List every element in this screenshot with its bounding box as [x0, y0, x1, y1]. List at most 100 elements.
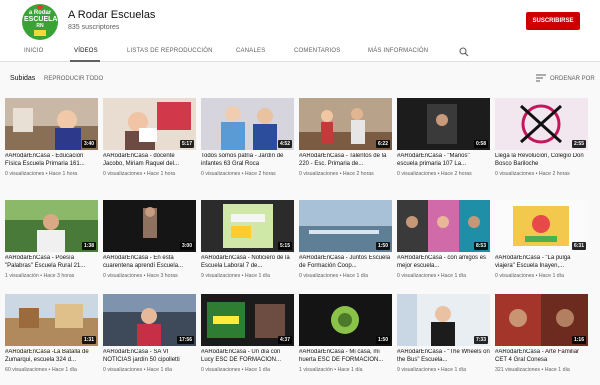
video-title[interactable]: #ARodarEnCasa - Poesía "Palabras" Escuel… — [5, 255, 98, 270]
video-title[interactable]: Todos somos patria - Jardín de infantes … — [201, 153, 294, 168]
video-thumbnail[interactable]: 2:55 — [495, 98, 588, 150]
video-meta: 60 visualizaciones • Hace 1 día — [5, 367, 77, 373]
upload-age: Hace 1 día — [538, 273, 565, 279]
view-count: 9 visualizaciones — [201, 273, 241, 279]
upload-age: Hace 2 horas — [440, 171, 472, 177]
view-count: 0 visualizaciones — [201, 171, 241, 177]
video-grid: 3:40 #ARodarEnCasa - Educación Física Es… — [5, 98, 595, 380]
video-title[interactable]: #ARodarEnCasa -La Batalla de Zumarqui, e… — [5, 349, 98, 364]
view-count: 321 visualizaciones — [495, 367, 540, 373]
video-title[interactable]: #ARodarEnCasa - Educación Física Escuela… — [5, 153, 98, 168]
tab-about[interactable]: MÁS INFORMACIÓN — [368, 48, 428, 54]
upload-age: Hace 1 día — [440, 367, 467, 373]
video-duration: 4:52 — [277, 140, 292, 148]
video-meta: 0 visualizaciones • Hace 1 hora — [103, 171, 176, 177]
video-duration: 8:53 — [473, 242, 488, 250]
play-all-button[interactable]: REPRODUCIR TODO — [44, 76, 103, 82]
video-meta: 1 visualización • Hace 3 horas — [5, 273, 75, 279]
video-thumbnail[interactable]: 1:50 — [299, 294, 392, 346]
video-thumbnail[interactable]: 6:31 — [495, 200, 588, 252]
video-thumbnail[interactable]: 4:52 — [201, 98, 294, 150]
view-count: 0 visualizaciones — [495, 273, 535, 279]
channel-avatar[interactable]: a Rodar ESCUELA RN — [22, 4, 58, 40]
video-title[interactable]: #ARodarEnCasa - Mi casa, mi huerta ESC D… — [299, 349, 392, 364]
video-thumbnail[interactable]: 4:37 — [201, 294, 294, 346]
upload-age: Hace 1 hora — [48, 171, 78, 177]
video-meta: 0 visualizaciones • Hace 2 horas — [201, 171, 276, 177]
video-title[interactable]: #ARodarEnCasa - SA VI NOTICIAS jardín 50… — [103, 349, 196, 364]
video-title[interactable]: #ARodarEnCasa - Noticiero de la Escuela … — [201, 255, 294, 270]
view-count: 0 visualizaciones — [397, 171, 437, 177]
tab-comments[interactable]: COMENTARIOS — [294, 48, 340, 54]
video-title[interactable]: Llega la Revolución, Colegio Don Bosco B… — [495, 153, 588, 168]
search-icon[interactable] — [459, 47, 469, 57]
logo-text-main: ESCUELA — [24, 16, 58, 23]
video-thumbnail[interactable]: 0:58 — [397, 98, 490, 150]
video-thumbnail[interactable]: 1:31 — [5, 294, 98, 346]
sort-by-button[interactable]: ORDENAR POR — [550, 76, 595, 82]
video-duration: 1:31 — [81, 336, 96, 344]
upload-age: Hace 2 horas — [342, 171, 374, 177]
uploads-title[interactable]: Subidas — [10, 75, 35, 82]
video-thumbnail[interactable]: 1:50 — [299, 200, 392, 252]
channel-tabs: INICIO VÍDEOS LISTAS DE REPRODUCCIÓN CAN… — [0, 42, 600, 62]
upload-age: Hace 1 día — [544, 367, 570, 373]
view-count: 0 visualizaciones — [103, 171, 143, 177]
tab-channels[interactable]: CANALES — [236, 48, 265, 54]
channel-name[interactable]: A Rodar Escuelas — [68, 9, 155, 21]
video-title[interactable]: #ARodarEnCasa - "La pulga viajera" Escue… — [495, 255, 588, 270]
video-title[interactable]: #ARodarEnCasa - con amigos es mejor escu… — [397, 255, 490, 270]
video-thumbnail[interactable]: 8:53 — [397, 200, 490, 252]
upload-age: Hace 3 horas — [43, 273, 75, 279]
video-thumbnail[interactable]: 1:16 — [495, 294, 588, 346]
upload-age: Hace 1 día — [342, 273, 369, 279]
video-meta: 9 visualizaciones • Hace 1 día — [397, 367, 467, 373]
view-count: 0 visualizaciones — [299, 171, 339, 177]
video-meta: 0 visualizaciones • Hace 1 hora — [5, 171, 78, 177]
video-title[interactable]: #ARodarEnCasa - "Manos" escuela primaria… — [397, 153, 490, 168]
view-count: 9 visualizaciones — [397, 367, 437, 373]
video-title[interactable]: #ARodarEnCasa - En esta cuarentena apren… — [103, 255, 196, 270]
logo-dot — [37, 5, 43, 9]
upload-age: Hace 1 día — [244, 273, 271, 279]
upload-age: Hace 1 día — [244, 367, 271, 373]
tab-videos[interactable]: VÍDEOS — [74, 48, 98, 54]
video-duration: 1:16 — [571, 336, 586, 344]
video-thumbnail[interactable]: 3:00 — [103, 200, 196, 252]
video-title[interactable]: #ARodarEnCasa - docente Jacobo, Miriam R… — [103, 153, 196, 168]
video-duration: 2:55 — [571, 140, 586, 148]
subscribe-button[interactable]: SUSCRIBIRSE — [526, 12, 580, 30]
video-duration: 6:22 — [375, 140, 390, 148]
video-thumbnail[interactable]: 17:56 — [103, 294, 196, 346]
video-thumbnail[interactable]: 6:22 — [299, 98, 392, 150]
video-thumbnail[interactable]: 5:15 — [201, 200, 294, 252]
video-duration: 1:50 — [375, 242, 390, 250]
video-duration: 6:31 — [571, 242, 586, 250]
video-title[interactable]: #ARodarEnCasa - Talentos de la 220 - Esc… — [299, 153, 392, 168]
tab-playlists[interactable]: LISTAS DE REPRODUCCIÓN — [127, 48, 213, 54]
upload-age: Hace 3 horas — [146, 273, 178, 279]
video-duration: 3:00 — [179, 242, 194, 250]
video-thumbnail[interactable]: 7:33 — [397, 294, 490, 346]
video-thumbnail[interactable]: 5:17 — [103, 98, 196, 150]
video-duration: 5:17 — [179, 140, 194, 148]
video-meta: 0 visualizaciones • Hace 1 día — [495, 273, 565, 279]
video-thumbnail[interactable]: 3:40 — [5, 98, 98, 150]
video-title[interactable]: #ARodarEnCasa - Un día con Lucy ESC DE F… — [201, 349, 294, 364]
video-meta: 0 visualizaciones • Hace 2 horas — [299, 171, 374, 177]
upload-age: Hace 2 horas — [244, 171, 276, 177]
video-meta: 321 visualizaciones • Hace 1 día — [495, 367, 570, 373]
subscriber-count: 835 suscriptores — [68, 24, 120, 31]
sort-icon[interactable] — [536, 74, 546, 82]
tab-inicio[interactable]: INICIO — [24, 48, 44, 54]
video-duration: 1:38 — [81, 242, 96, 250]
video-meta: 0 visualizaciones • Hace 1 día — [299, 273, 369, 279]
upload-age: Hace 1 día — [440, 273, 467, 279]
video-thumbnail[interactable]: 1:38 — [5, 200, 98, 252]
video-title[interactable]: #ARodarEnCasa - Arte Familiar CET 4 Gral… — [495, 349, 588, 364]
video-title[interactable]: #ARodarEnCasa - Juntos Escuela de Formac… — [299, 255, 392, 270]
video-title[interactable]: #ARodarEnCasa - "The Wheels on the Bus" … — [397, 349, 490, 364]
video-meta: 0 visualizaciones • Hace 1 día — [103, 367, 173, 373]
channel-header: a Rodar ESCUELA RN A Rodar Escuelas 835 … — [0, 0, 600, 42]
video-meta: 1 visualización • Hace 1 día — [299, 367, 363, 373]
